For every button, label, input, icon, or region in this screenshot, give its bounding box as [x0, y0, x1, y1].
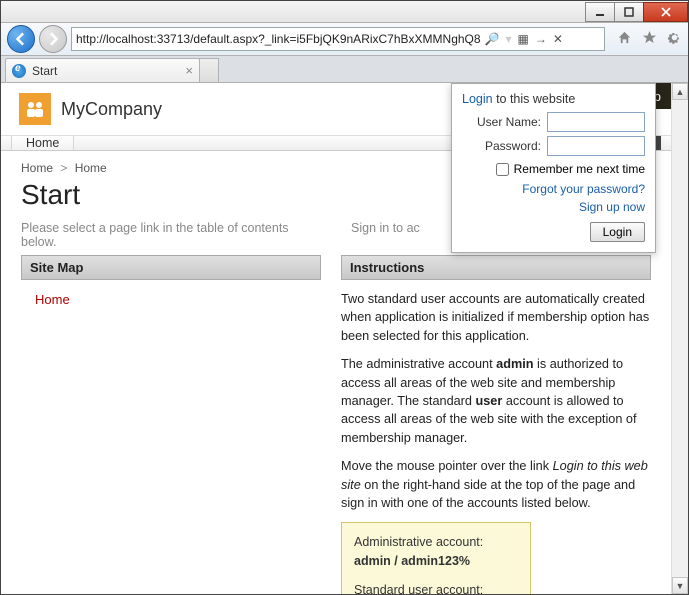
remember-label: Remember me next time: [514, 162, 645, 176]
login-title-rest: to this website: [493, 92, 576, 106]
scroll-up-button[interactable]: ▲: [672, 83, 688, 100]
new-tab-button[interactable]: [199, 58, 219, 82]
sitemap-heading: Site Map: [21, 255, 321, 280]
tab-title: Start: [32, 64, 57, 78]
sitemap-item-home[interactable]: Home: [21, 280, 321, 319]
login-button-row: Login: [462, 222, 645, 242]
url-text: http://localhost:33713/default.aspx?_lin…: [76, 32, 481, 46]
columns: Site Map Home Instructions Two standard …: [11, 255, 661, 594]
window-titlebar: [1, 1, 688, 23]
breadcrumb-separator: >: [60, 161, 67, 175]
stop-icon[interactable]: ✕: [553, 32, 563, 46]
favorites-icon[interactable]: [642, 30, 657, 48]
forward-button[interactable]: [39, 25, 67, 53]
username-input[interactable]: [547, 112, 645, 132]
breadcrumb-current: Home: [75, 161, 107, 175]
people-icon: [25, 99, 45, 119]
instructions-column: Instructions Two standard user accounts …: [341, 255, 651, 594]
scrollbar[interactable]: ▲ ▼: [671, 83, 688, 594]
instructions-p3: Move the mouse pointer over the link Log…: [341, 457, 651, 512]
browser-tab[interactable]: Start ×: [5, 58, 200, 82]
login-popup: Login to this website User Name: Passwor…: [451, 83, 656, 253]
breadcrumb-root[interactable]: Home: [21, 161, 53, 175]
login-popup-title: Login to this website: [462, 92, 645, 106]
address-bar[interactable]: http://localhost:33713/default.aspx?_lin…: [71, 27, 605, 51]
separator: ▾: [506, 32, 512, 46]
password-label: Password:: [485, 139, 541, 153]
username-row: User Name:: [462, 112, 645, 132]
remember-checkbox[interactable]: [496, 163, 509, 176]
login-button[interactable]: Login: [590, 222, 645, 242]
close-button[interactable]: [643, 2, 688, 22]
refresh-icon[interactable]: →: [535, 32, 547, 46]
left-hint: Please select a page link in the table o…: [21, 221, 321, 249]
back-button[interactable]: [7, 25, 35, 53]
instructions-heading: Instructions: [341, 255, 651, 280]
home-icon[interactable]: [617, 30, 632, 48]
user-cred-label: Standard user account:: [354, 581, 518, 594]
instructions-text: Two standard user accounts are automatic…: [341, 280, 651, 594]
search-icon[interactable]: 🔎: [485, 32, 500, 46]
company-name: MyCompany: [61, 99, 162, 120]
forgot-password-link[interactable]: Forgot your password?: [462, 180, 645, 198]
password-row: Password:: [462, 136, 645, 156]
address-bar-indicators: 🔎 ▾ ▦ → ✕: [485, 32, 563, 46]
browser-tools: [617, 30, 682, 48]
browser-window: http://localhost:33713/default.aspx?_lin…: [0, 0, 689, 595]
menu-home[interactable]: Home: [11, 136, 74, 150]
compat-icon[interactable]: ▦: [518, 32, 529, 46]
maximize-button[interactable]: [614, 2, 644, 22]
login-links: Forgot your password? Sign up now: [462, 180, 645, 216]
window-controls: [586, 1, 688, 22]
signup-link[interactable]: Sign up now: [462, 198, 645, 216]
login-title-link[interactable]: Login: [462, 92, 493, 106]
gear-icon[interactable]: [667, 30, 682, 48]
minimize-button[interactable]: [585, 2, 615, 22]
browser-navbar: http://localhost:33713/default.aspx?_lin…: [1, 23, 688, 56]
tab-close-icon[interactable]: ×: [185, 63, 193, 78]
scroll-down-button[interactable]: ▼: [672, 577, 688, 594]
admin-cred-label: Administrative account:: [354, 533, 518, 552]
instructions-p1: Two standard user accounts are automatic…: [341, 290, 651, 345]
remember-row: Remember me next time: [462, 162, 645, 176]
instructions-p2: The administrative account admin is auth…: [341, 355, 651, 447]
admin-cred-value: admin / admin123%: [354, 554, 470, 568]
company-logo: [19, 93, 51, 125]
page-viewport: ▲ ▼ | Help MyCompany Home ns ▾: [1, 83, 688, 594]
password-input[interactable]: [547, 136, 645, 156]
scroll-track[interactable]: [672, 100, 688, 577]
username-label: User Name:: [477, 115, 541, 129]
ie-icon: [12, 64, 26, 78]
tab-strip: Start ×: [1, 56, 688, 83]
right-hint: Sign in to ac: [351, 221, 420, 249]
sitemap-column: Site Map Home: [21, 255, 321, 594]
credentials-box: Administrative account: admin / admin123…: [341, 522, 531, 594]
